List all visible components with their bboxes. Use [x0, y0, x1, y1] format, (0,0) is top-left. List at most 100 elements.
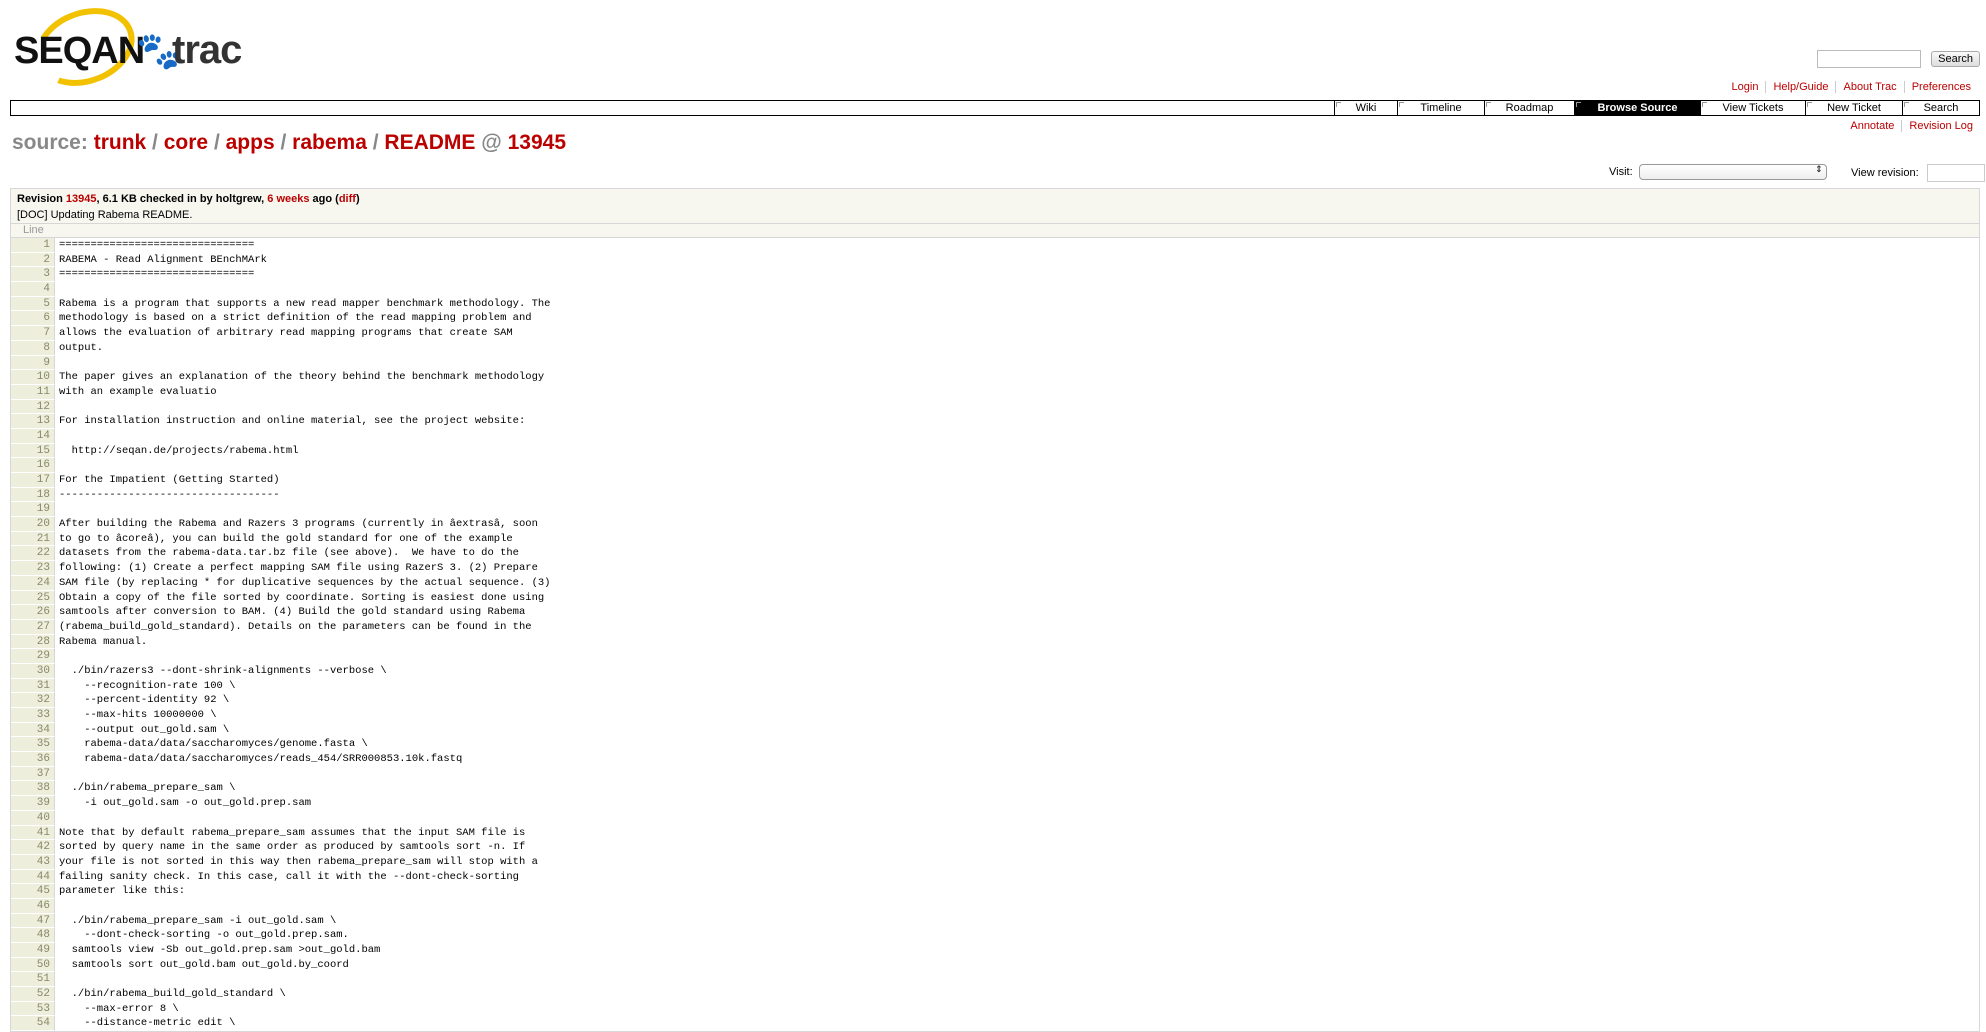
code-line-text: [55, 899, 59, 914]
line-number-link[interactable]: 39: [11, 796, 55, 811]
tab-browse-source[interactable]: Browse Source: [1574, 101, 1700, 115]
line-number-link[interactable]: 2: [11, 252, 55, 268]
line-number-link[interactable]: 7: [11, 326, 55, 341]
line-number-link[interactable]: 17: [11, 473, 55, 488]
login-link[interactable]: Login: [1725, 81, 1766, 93]
path-readme[interactable]: README: [384, 131, 475, 154]
path-separator: /: [152, 131, 158, 154]
code-row: 32 --percent-identity 92 \: [11, 693, 1979, 708]
line-number-link[interactable]: 47: [11, 913, 55, 929]
line-number-link[interactable]: 23: [11, 561, 55, 576]
path-apps[interactable]: apps: [226, 131, 275, 154]
line-number-link[interactable]: 22: [11, 546, 55, 562]
line-number-link[interactable]: 36: [11, 752, 55, 767]
preferences-link[interactable]: Preferences: [1903, 81, 1978, 93]
code-line-text: The paper gives an explanation of the th…: [59, 371, 545, 384]
line-number-link[interactable]: 54: [11, 1016, 55, 1032]
line-number-link[interactable]: 11: [11, 384, 55, 400]
code-row: 3 ===============================: [11, 267, 1979, 283]
line-number-link[interactable]: 10: [11, 370, 55, 385]
line-number-link[interactable]: 51: [11, 972, 55, 988]
annotate-link[interactable]: Annotate: [1843, 120, 1901, 132]
line-number-link[interactable]: 32: [11, 693, 55, 708]
code-row: 51: [11, 972, 1979, 988]
age-link[interactable]: 6 weeks: [267, 193, 309, 205]
line-number-link[interactable]: 42: [11, 840, 55, 855]
view-revision-input[interactable]: [1926, 164, 1985, 182]
help-guide-link[interactable]: Help/Guide: [1765, 81, 1835, 93]
tab-new-ticket[interactable]: New Ticket: [1805, 101, 1902, 115]
line-number-link[interactable]: 4: [11, 282, 55, 297]
revision-log-link[interactable]: Revision Log: [1901, 120, 1980, 132]
code-row: 25 Obtain a copy of the file sorted by co…: [11, 590, 1979, 606]
line-number-link[interactable]: 37: [11, 766, 55, 782]
tab-view-tickets[interactable]: View Tickets: [1700, 101, 1805, 115]
line-number-link[interactable]: 33: [11, 708, 55, 723]
revision-link[interactable]: 13945: [66, 193, 97, 205]
line-number-link[interactable]: 16: [11, 458, 55, 473]
commit-message: [DOC] Updating Rabema README.: [17, 209, 193, 221]
code-row: 26 samtools after conversion to BAM. (4) …: [11, 605, 1979, 620]
search-button[interactable]: Search: [1931, 51, 1980, 67]
line-number-link[interactable]: 20: [11, 517, 55, 532]
code-row: 53 --max-error 8 \: [11, 1001, 1979, 1017]
line-number-link[interactable]: 49: [11, 943, 55, 958]
path-separator: /: [372, 131, 379, 154]
path-rabema[interactable]: rabema: [292, 131, 367, 154]
line-number-link[interactable]: 45: [11, 884, 55, 899]
line-number-link[interactable]: 50: [11, 957, 55, 973]
line-number-link[interactable]: 44: [11, 869, 55, 885]
code-row: 30 ./bin/razers3 --dont-shrink-alignment…: [11, 663, 1979, 679]
line-number-link[interactable]: 9: [11, 355, 55, 371]
line-number-link[interactable]: 6: [11, 311, 55, 327]
line-number-link[interactable]: 19: [11, 502, 55, 518]
line-number-link[interactable]: 5: [11, 296, 55, 312]
line-number-link[interactable]: 40: [11, 810, 55, 826]
line-number-link[interactable]: 1: [11, 238, 55, 253]
code-line-text: After building the Rabema and Razers 3 p…: [59, 518, 538, 531]
path-trunk[interactable]: trunk: [94, 131, 147, 154]
diff-link[interactable]: diff: [339, 193, 356, 205]
line-number-link[interactable]: 41: [11, 825, 55, 841]
code-line-text: rabema-data/data/saccharomyces/genome.fa…: [59, 738, 368, 751]
line-number-link[interactable]: 53: [11, 1001, 55, 1017]
line-number-link[interactable]: 25: [11, 590, 55, 606]
tab-roadmap[interactable]: Roadmap: [1484, 101, 1574, 115]
line-number-link[interactable]: 3: [11, 267, 55, 283]
line-number-link[interactable]: 14: [11, 428, 55, 444]
line-number-link[interactable]: 21: [11, 531, 55, 547]
code-line-text: --max-hits 10000000 \: [59, 709, 217, 721]
line-number-link[interactable]: 38: [11, 781, 55, 797]
code-row: 54 --distance-metric edit \: [11, 1016, 1979, 1032]
code-row: 12: [11, 399, 1979, 415]
line-number-link[interactable]: 18: [11, 487, 55, 503]
line-number-link[interactable]: 8: [11, 340, 55, 356]
line-number-link[interactable]: 28: [11, 634, 55, 650]
line-number-link[interactable]: 31: [11, 678, 55, 694]
line-number-link[interactable]: 46: [11, 898, 55, 914]
line-number-link[interactable]: 34: [11, 722, 55, 738]
search-input[interactable]: [1817, 50, 1922, 68]
line-number-link[interactable]: 29: [11, 649, 55, 664]
tab-search[interactable]: Search: [1902, 101, 1979, 115]
line-number-link[interactable]: 12: [11, 399, 55, 415]
tab-wiki[interactable]: Wiki: [1334, 101, 1397, 115]
select-arrows-icon: ⇕: [1815, 164, 1823, 174]
path-revision[interactable]: 13945: [508, 131, 566, 154]
tab-timeline[interactable]: Timeline: [1397, 101, 1484, 115]
about-trac-link[interactable]: About Trac: [1835, 81, 1903, 93]
line-number-link[interactable]: 48: [11, 928, 55, 943]
path-core[interactable]: core: [164, 131, 208, 154]
line-number-link[interactable]: 24: [11, 575, 55, 591]
line-number-link[interactable]: 35: [11, 737, 55, 753]
line-number-link[interactable]: 13: [11, 414, 55, 429]
line-number-link[interactable]: 26: [11, 605, 55, 620]
line-number-link[interactable]: 43: [11, 854, 55, 870]
line-number-link[interactable]: 15: [11, 443, 55, 459]
line-number-link[interactable]: 52: [11, 987, 55, 1002]
code-line-text: [55, 502, 59, 517]
line-number-link[interactable]: 30: [11, 663, 55, 679]
seqan-trac-logo[interactable]: SEQAN 🐾 trac: [14, 0, 242, 100]
line-number-link[interactable]: 27: [11, 619, 55, 635]
visit-select[interactable]: ⇕: [1638, 164, 1827, 180]
